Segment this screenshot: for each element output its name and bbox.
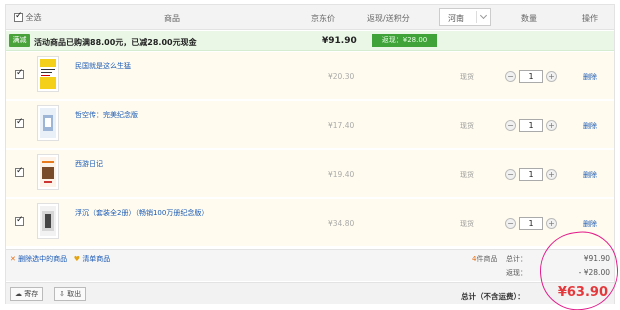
stock-status: 现货: [460, 73, 474, 81]
region-value: 河南: [448, 14, 464, 23]
heart-icon: ♥: [73, 255, 81, 263]
select-all-checkbox[interactable]: [14, 11, 23, 22]
promo-tag: 满减: [9, 34, 30, 47]
item-count: 4件商品: [472, 254, 497, 264]
delete-link[interactable]: 删除: [583, 219, 597, 229]
col-price: 京东价: [311, 14, 335, 23]
cart-item: 哲空传：完美纪念版 ¥17.40 现货 − 1 + 删除: [6, 101, 614, 149]
promo-rebate-badge: 返现：¥28.00: [372, 34, 437, 47]
product-price: ¥19.40: [328, 170, 355, 179]
close-icon: ✕: [10, 255, 16, 263]
stock-status: 现货: [460, 122, 474, 130]
item-checkbox[interactable]: [15, 166, 24, 177]
item-checkbox[interactable]: [15, 68, 24, 79]
cart-panel: 全选 商品 京东价 返现/送积分 河南 数量 操作 满减 活动商品已购满88.0…: [5, 4, 615, 304]
stock-status: 现货: [460, 171, 474, 179]
stock-status: 现货: [460, 220, 474, 228]
decrease-button[interactable]: −: [505, 169, 516, 180]
product-price: ¥34.80: [328, 219, 355, 228]
product-title-link[interactable]: 哲空传：完美纪念版: [75, 110, 245, 120]
quantity-input[interactable]: 1: [519, 70, 543, 83]
increase-button[interactable]: +: [546, 71, 557, 82]
product-image[interactable]: [37, 56, 59, 92]
quantity-input[interactable]: 1: [519, 168, 543, 181]
rebate-value: - ¥28.00: [578, 268, 610, 277]
retrieve-button[interactable]: ⇩ 取出: [54, 287, 87, 301]
promo-subtotal: ¥91.90: [322, 36, 357, 46]
chevron-down-icon[interactable]: [476, 11, 490, 23]
select-all-label: 全选: [25, 13, 42, 22]
product-title-link[interactable]: 西游日记: [75, 159, 245, 169]
product-title-link[interactable]: 民国就是这么生猛: [75, 61, 245, 71]
product-price: ¥20.30: [328, 72, 355, 81]
quantity-stepper: − 1 +: [505, 70, 557, 83]
select-all[interactable]: 全选: [14, 11, 42, 23]
col-rebate: 返现/送积分: [367, 14, 410, 23]
subtotal-label: 总计：: [506, 255, 527, 263]
product-title-link[interactable]: 浮沉（套装全2册）（畅销100万册纪念版）: [75, 208, 245, 218]
delete-link[interactable]: 删除: [583, 170, 597, 180]
subtotal-value: ¥91.90: [583, 254, 610, 263]
save-button-label: 寄存: [24, 290, 39, 298]
product-price: ¥17.40: [328, 121, 355, 130]
decrease-button[interactable]: −: [505, 218, 516, 229]
col-quantity: 数量: [521, 14, 537, 23]
promo-bar: 满减 活动商品已购满88.00元，已减28.00元现金 ¥91.90 返现：¥2…: [6, 31, 614, 51]
retrieve-button-label: 取出: [67, 290, 82, 298]
cart-item: 西游日记 ¥19.40 现货 − 1 + 删除: [6, 150, 614, 198]
decrease-button[interactable]: −: [505, 71, 516, 82]
cart-header: 全选 商品 京东价 返现/送积分 河南 数量 操作: [6, 5, 614, 30]
col-product: 商品: [164, 14, 180, 23]
product-image[interactable]: [37, 105, 59, 141]
delete-link[interactable]: 删除: [583, 121, 597, 131]
save-button[interactable]: ☁ 寄存: [10, 287, 44, 301]
item-checkbox[interactable]: [15, 117, 24, 128]
quantity-input[interactable]: 1: [519, 217, 543, 230]
quantity-stepper: − 1 +: [505, 119, 557, 132]
cloud-download-icon: ⇩: [59, 290, 65, 298]
increase-button[interactable]: +: [546, 218, 557, 229]
item-count-suffix: 件商品: [476, 255, 498, 263]
item-checkbox[interactable]: [15, 215, 24, 226]
cart-item: 浮沉（套装全2册）（畅销100万册纪念版） ¥34.80 现货 − 1 + 删除: [6, 199, 614, 247]
favorites-link[interactable]: 清单商品: [82, 255, 110, 263]
promo-text: 活动商品已购满88.00元，已减28.00元现金: [34, 38, 197, 47]
cart-item: 民国就是这么生猛 ¥20.30 现货 − 1 + 删除: [6, 52, 614, 100]
product-image[interactable]: [37, 203, 59, 239]
col-action: 操作: [582, 14, 598, 23]
quantity-stepper: − 1 +: [505, 168, 557, 181]
quantity-input[interactable]: 1: [519, 119, 543, 132]
bulk-actions: ✕ 删除选中的商品 ♥ 清单商品: [10, 254, 110, 264]
delete-selected-link[interactable]: 删除选中的商品: [18, 255, 67, 263]
checkout-bar: ☁ 寄存 ⇩ 取出 总计（不含运费）： ¥63.90: [6, 282, 614, 304]
increase-button[interactable]: +: [546, 120, 557, 131]
grand-total-value: ¥63.90: [557, 285, 608, 300]
region-select[interactable]: 河南: [439, 8, 491, 26]
decrease-button[interactable]: −: [505, 120, 516, 131]
rebate-label: 返现：: [506, 269, 527, 277]
quantity-stepper: − 1 +: [505, 217, 557, 230]
grand-total-label: 总计（不含运费）：: [461, 292, 525, 301]
product-image[interactable]: [37, 154, 59, 190]
delete-link[interactable]: 删除: [583, 72, 597, 82]
cloud-upload-icon: ☁: [15, 290, 22, 298]
increase-button[interactable]: +: [546, 169, 557, 180]
cart-summary: ✕ 删除选中的商品 ♥ 清单商品 4件商品 总计： ¥91.90 返现： - ¥…: [6, 249, 614, 281]
